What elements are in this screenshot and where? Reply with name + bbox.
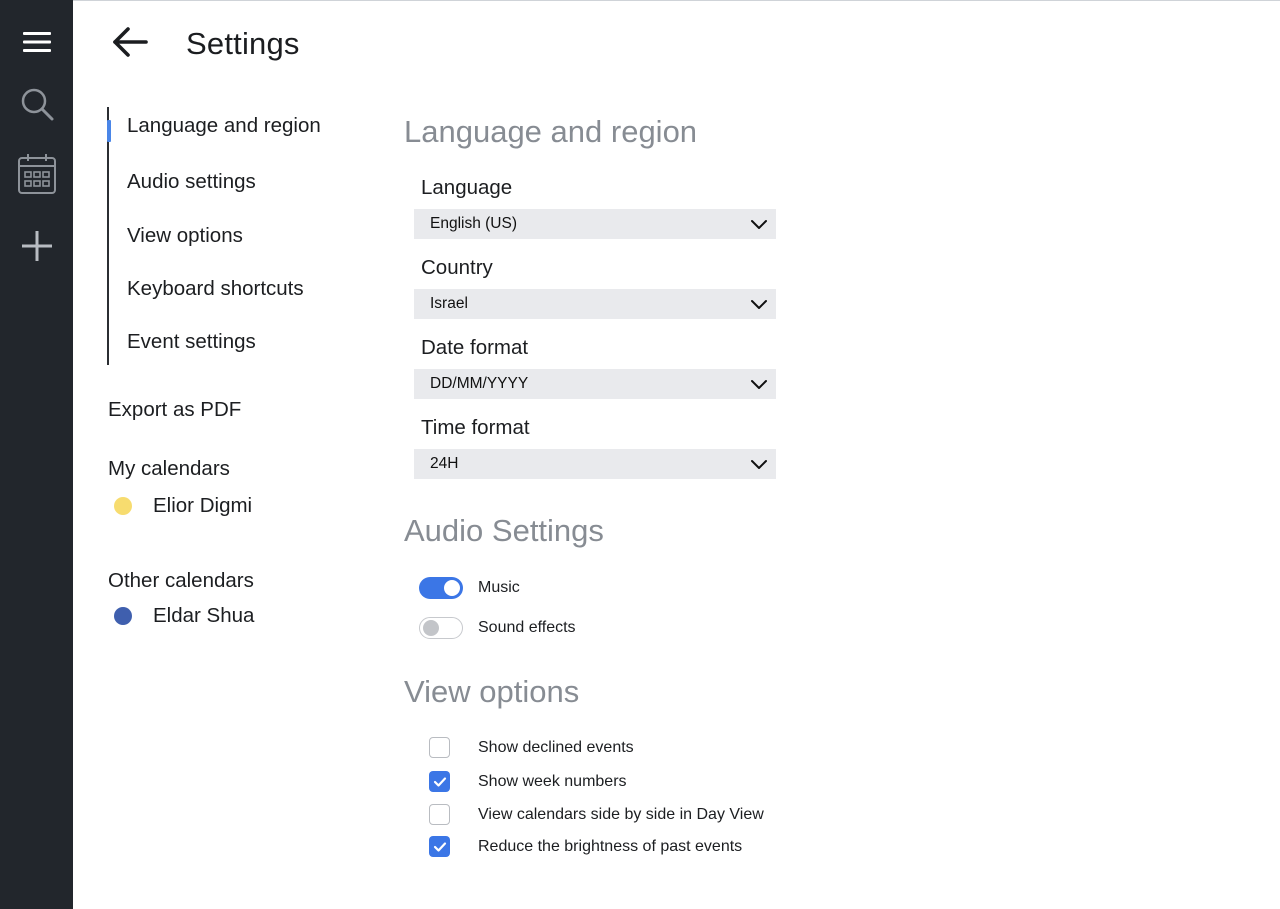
time-format-label: Time format [421,416,530,439]
search-button[interactable] [0,76,73,132]
menu-button[interactable] [0,14,73,70]
date-format-select[interactable]: DD/MM/YYYY [414,369,776,399]
side-by-side-day-view-label: View calendars side by side in Day View [478,805,764,823]
page-title: Settings [186,26,300,61]
show-week-numbers-checkbox[interactable] [429,771,450,792]
country-value: Israel [430,295,468,312]
toggle-knob [444,580,460,596]
side-by-side-day-view-row[interactable]: View calendars side by side in Day View [429,804,764,825]
left-rail [0,0,73,909]
show-declined-events-label: Show declined events [478,738,634,756]
calendar-icon [17,153,57,195]
chevron-down-icon [750,216,768,237]
country-select[interactable]: Israel [414,289,776,319]
toggle-knob [423,620,439,636]
sound-effects-label: Sound effects [478,619,576,636]
calendar-color-dot [114,607,132,625]
nav-item-audio-settings[interactable]: Audio settings [127,170,256,194]
calendar-name: Elior Digmi [153,494,253,517]
sound-effects-toggle-row[interactable]: Sound effects [419,617,576,639]
top-border [0,0,1280,1]
nav-item-keyboard-shortcuts[interactable]: Keyboard shortcuts [127,277,304,301]
plus-icon [20,229,54,263]
music-label: Music [478,579,520,596]
checkmark-icon [433,841,446,852]
view-options-title: View options [404,674,580,709]
time-format-value: 24H [430,455,459,472]
chevron-down-icon [750,456,768,477]
my-calendars-heading: My calendars [108,457,230,480]
hamburger-menu-icon [21,29,53,55]
arrow-left-icon [110,26,148,63]
calendar-item-elior-digmi[interactable]: Elior Digmi [114,494,252,518]
nav-item-event-settings[interactable]: Event settings [127,330,256,354]
show-week-numbers-row[interactable]: Show week numbers [429,771,627,792]
calendar-button[interactable] [0,146,73,202]
language-value: English (US) [430,215,517,232]
nav-item-view-options[interactable]: View options [127,224,243,248]
side-by-side-day-view-checkbox[interactable] [429,804,450,825]
back-button[interactable] [106,22,152,66]
checkmark-icon [433,776,446,787]
reduce-brightness-row[interactable]: Reduce the brightness of past events [429,836,742,857]
language-select[interactable]: English (US) [414,209,776,239]
other-calendars-heading: Other calendars [108,569,254,592]
date-format-label: Date format [421,336,529,359]
chevron-down-icon [750,296,768,317]
export-pdf-link[interactable]: Export as PDF [108,398,241,422]
language-label: Language [421,176,513,199]
country-label: Country [421,256,493,279]
music-toggle-row[interactable]: Music [419,577,520,599]
calendar-name: Eldar Shua [153,604,255,627]
nav-item-language-and-region[interactable]: Language and region [107,114,321,142]
add-button[interactable] [0,218,73,274]
show-week-numbers-label: Show week numbers [478,772,627,790]
show-declined-events-row[interactable]: Show declined events [429,737,634,758]
reduce-brightness-label: Reduce the brightness of past events [478,837,743,855]
show-declined-events-checkbox[interactable] [429,737,450,758]
search-icon [19,86,55,122]
sound-effects-toggle[interactable] [419,617,463,639]
date-format-value: DD/MM/YYYY [430,375,529,392]
music-toggle[interactable] [419,577,463,599]
reduce-brightness-checkbox[interactable] [429,836,450,857]
time-format-select[interactable]: 24H [414,449,776,479]
audio-settings-title: Audio Settings [404,513,604,548]
calendar-color-dot [114,497,132,515]
settings-nav: Language and region Audio settings View … [107,107,357,365]
chevron-down-icon [750,376,768,397]
language-region-title: Language and region [404,114,698,149]
calendar-item-eldar-shua[interactable]: Eldar Shua [114,604,254,628]
